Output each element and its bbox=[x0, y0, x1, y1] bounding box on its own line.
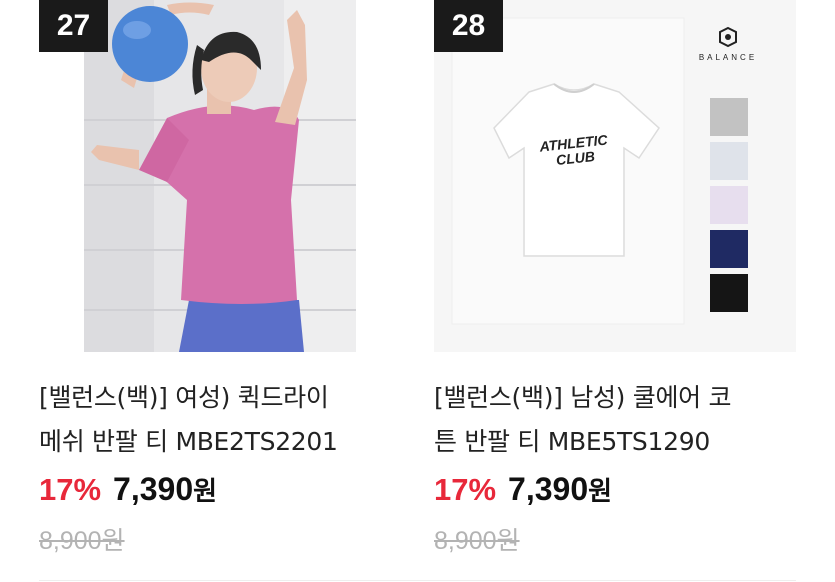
discount-rate: 17% bbox=[39, 472, 102, 507]
sale-price: 7,390 bbox=[508, 471, 589, 507]
product-card-28[interactable]: BALANCE ATHLETIC CLUB 28 [밸런스(백)] 남성) 쿨에… bbox=[434, 0, 796, 557]
original-price: 8,900원 bbox=[39, 527, 125, 555]
discount-rate: 17% bbox=[434, 472, 497, 507]
color-swatches bbox=[710, 98, 748, 312]
product-image[interactable]: 27 bbox=[39, 0, 401, 352]
woman-pink-tshirt-photo bbox=[39, 0, 401, 352]
currency-unit: 원 bbox=[193, 477, 218, 507]
original-price: 8,900원 bbox=[434, 527, 520, 555]
product-title-line2: 튼 반팔 티 MBE5TS1290 bbox=[434, 427, 710, 456]
price-row: 17% 7,390 원 bbox=[434, 471, 796, 511]
brand-name: BALANCE bbox=[699, 53, 757, 62]
product-title-line2: 메쉬 반팔 티 MBE2TS2201 bbox=[39, 427, 338, 456]
color-swatch bbox=[710, 274, 748, 312]
product-title[interactable]: [밸런스(백)] 여성) 퀵드라이 메쉬 반팔 티 MBE2TS2201 bbox=[39, 376, 401, 464]
product-title[interactable]: [밸런스(백)] 남성) 쿨에어 코 튼 반팔 티 MBE5TS1290 bbox=[434, 376, 796, 464]
product-image[interactable]: BALANCE ATHLETIC CLUB 28 bbox=[434, 0, 796, 352]
currency-unit: 원 bbox=[588, 477, 613, 507]
product-card-27[interactable]: 27 [밸런스(백)] 여성) 퀵드라이 메쉬 반팔 티 MBE2TS2201 … bbox=[39, 0, 401, 557]
product-title-line1: [밸런스(백)] 남성) 쿨에어 코 bbox=[434, 383, 732, 412]
sale-price: 7,390 bbox=[113, 471, 194, 507]
rank-badge: 27 bbox=[39, 0, 108, 52]
divider bbox=[39, 580, 796, 581]
color-swatch bbox=[710, 98, 748, 136]
color-swatch bbox=[710, 142, 748, 180]
price-row: 17% 7,390 원 bbox=[39, 471, 401, 511]
color-swatch bbox=[710, 186, 748, 224]
color-swatch bbox=[710, 230, 748, 268]
product-title-line1: [밸런스(백)] 여성) 퀵드라이 bbox=[39, 383, 329, 412]
rank-badge: 28 bbox=[434, 0, 503, 52]
white-tshirt-product-photo: BALANCE ATHLETIC CLUB bbox=[434, 0, 796, 352]
